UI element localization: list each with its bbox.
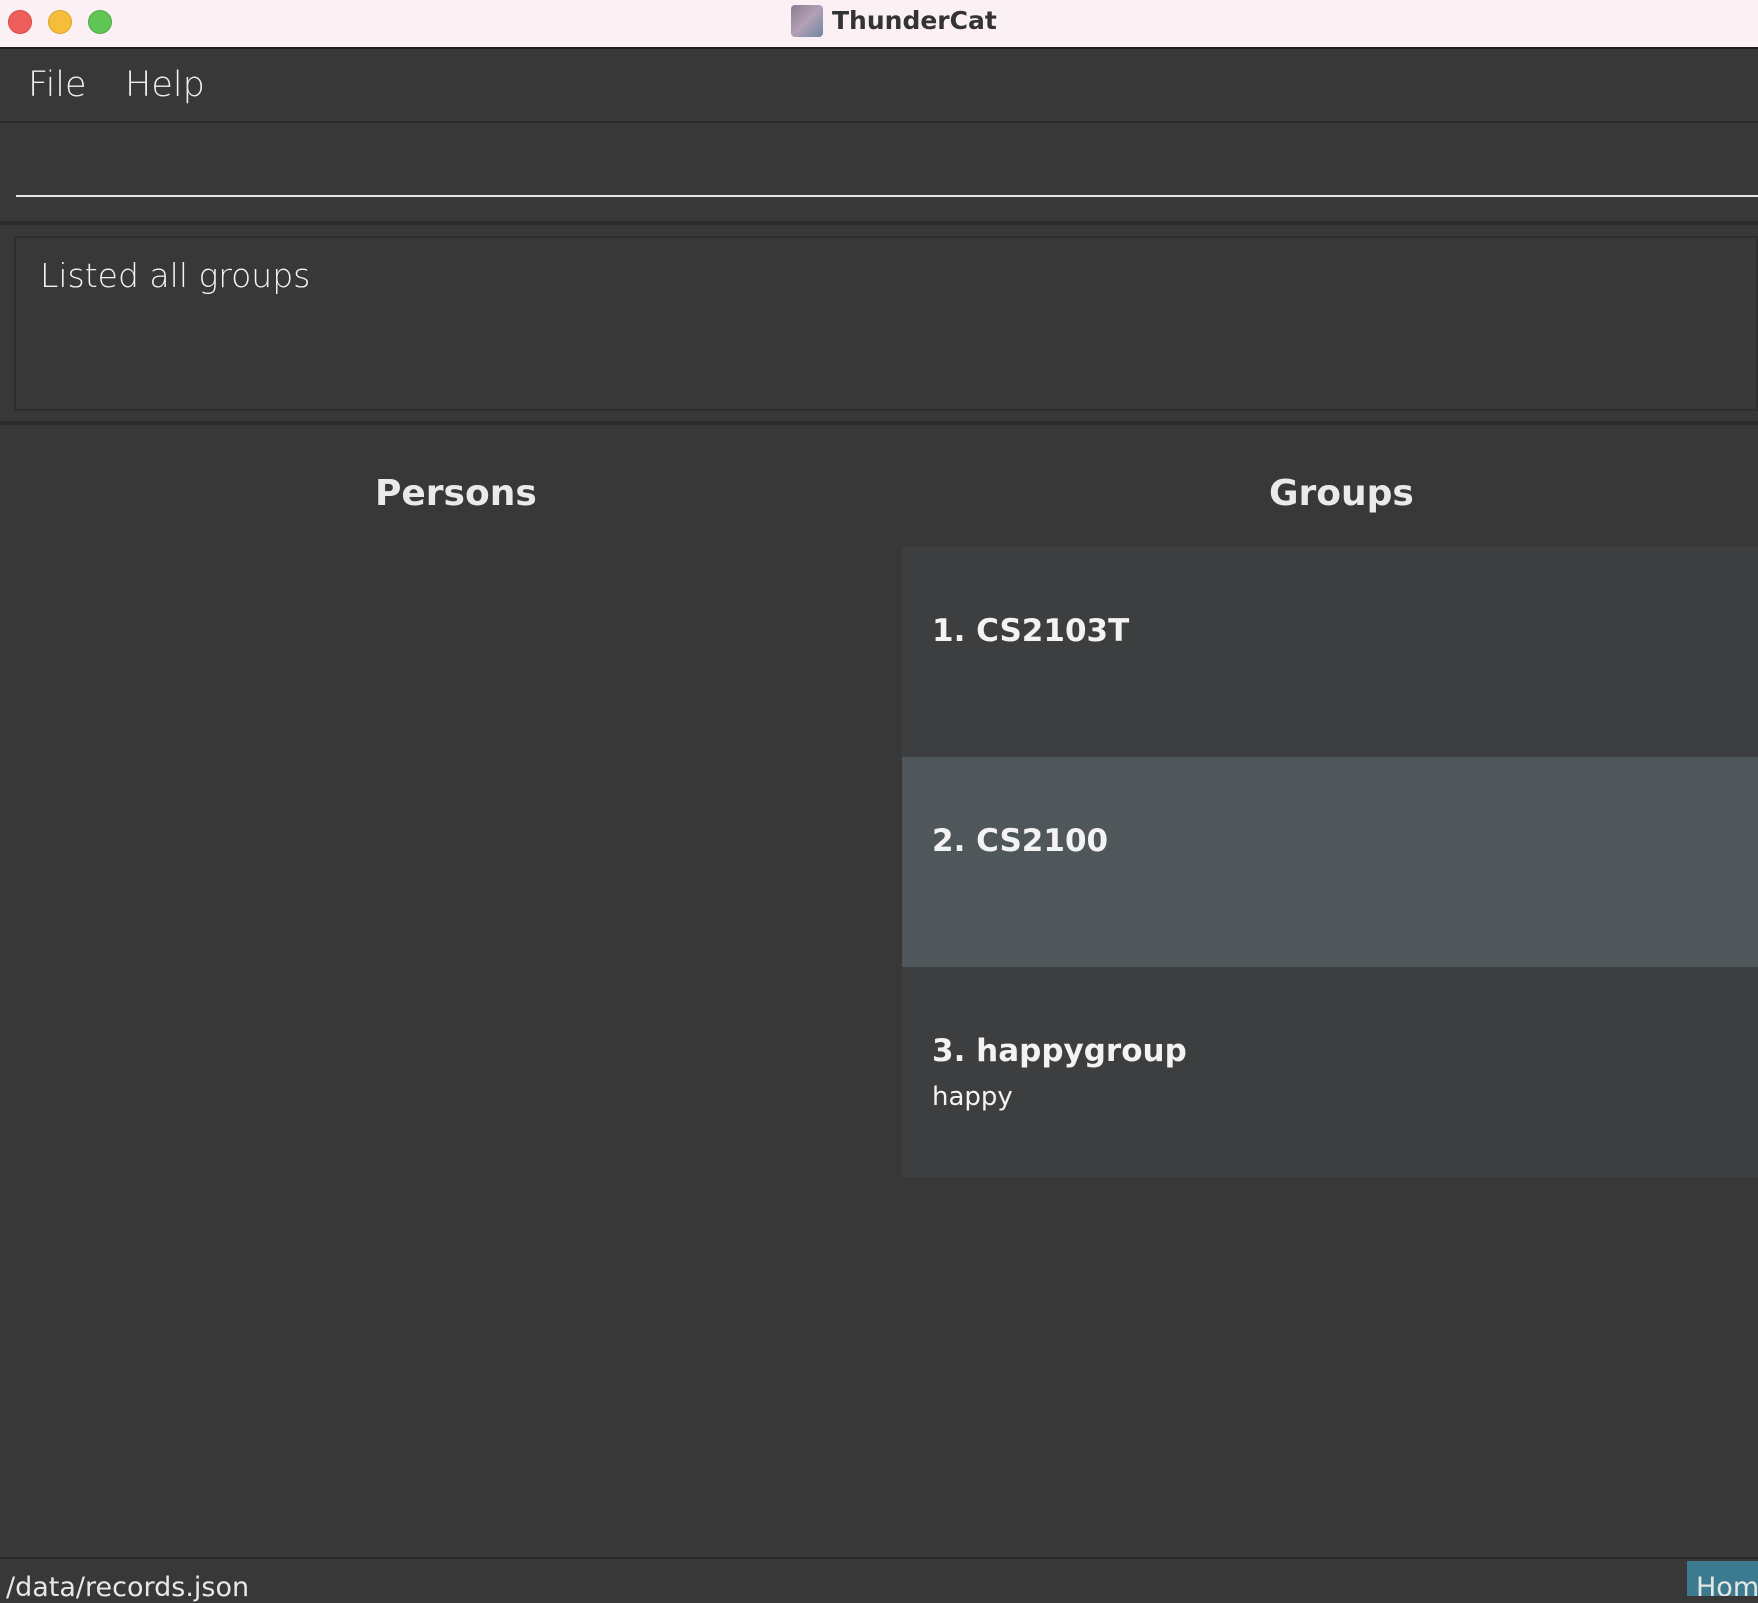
close-window-button[interactable] [8, 10, 32, 34]
result-display-area: Listed all groups [0, 225, 1758, 425]
group-name: 3. happygroup [932, 1033, 1187, 1069]
groups-panel-title: Groups [1269, 473, 1414, 514]
save-location-path: /data/records.json [6, 1572, 250, 1603]
home-tab[interactable]: Home [1687, 1561, 1758, 1596]
app-logo-icon [791, 5, 823, 37]
persons-panel-title: Persons [375, 473, 537, 514]
window-title: ThunderCat [832, 6, 997, 35]
group-card[interactable]: 1. CS2103T [902, 547, 1758, 757]
command-box [0, 125, 1758, 225]
window-titlebar: ThunderCat [0, 0, 1758, 49]
maximize-window-button[interactable] [88, 10, 112, 34]
status-bar: /data/records.json Home [0, 1557, 1758, 1603]
home-tab-label: Home [1696, 1572, 1758, 1596]
group-card[interactable]: 2. CS2100 [902, 757, 1758, 967]
group-card[interactable]: 3. happygroup happy [902, 967, 1758, 1177]
menu-file[interactable]: File [28, 65, 87, 105]
minimize-window-button[interactable] [48, 10, 72, 34]
menu-help[interactable]: Help [125, 65, 205, 105]
group-description: happy [932, 1082, 1013, 1112]
group-name: 2. CS2100 [932, 823, 1109, 859]
group-list: 1. CS2103T 2. CS2100 3. happygroup happy [902, 547, 1758, 1177]
group-name: 1. CS2103T [932, 613, 1130, 649]
menu-bar: File Help [0, 49, 1758, 123]
result-display: Listed all groups [14, 236, 1758, 411]
command-input[interactable] [16, 149, 1758, 197]
main-content: Persons Groups 1. CS2103T 2. CS2100 3. h… [0, 427, 1758, 1557]
result-message: Listed all groups [40, 256, 311, 295]
